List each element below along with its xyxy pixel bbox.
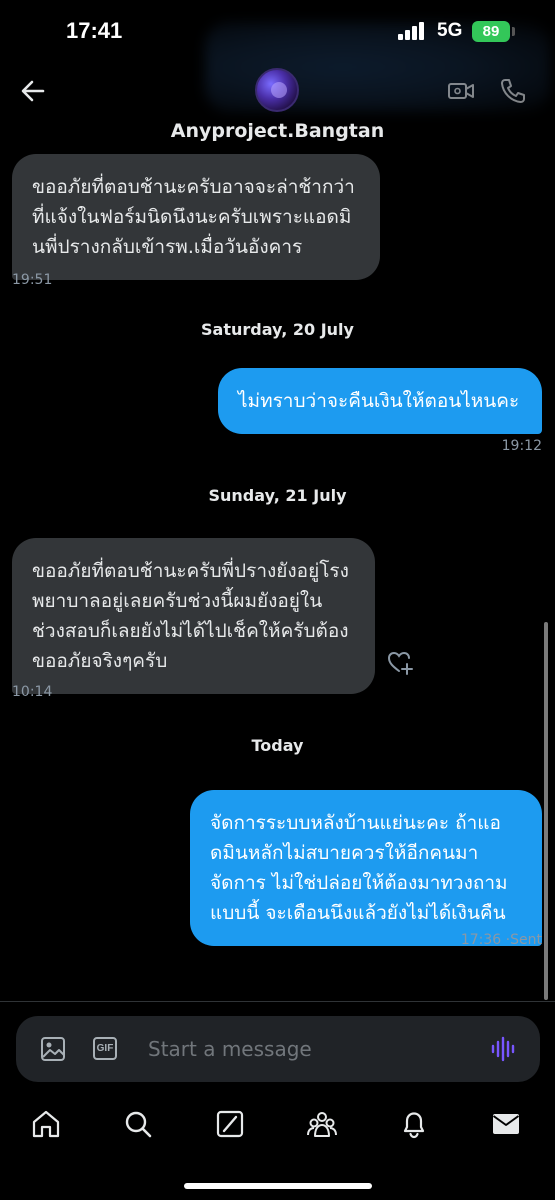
bottom-navigation	[0, 1100, 555, 1150]
contact-avatar[interactable]	[255, 68, 299, 112]
back-button[interactable]	[16, 74, 50, 108]
message-bubble-incoming[interactable]: ขออภัยที่ตอบช้านะครับพี่ปรางยังอยู่โรงพย…	[12, 538, 375, 694]
nav-communities[interactable]	[306, 1108, 338, 1140]
nav-home[interactable]	[30, 1108, 62, 1140]
add-reaction-button[interactable]	[386, 648, 414, 676]
message-input[interactable]	[148, 1034, 468, 1064]
notifications-icon	[403, 1112, 425, 1139]
phone-icon	[501, 79, 525, 103]
divider	[0, 1001, 555, 1002]
date-separator: Sunday, 21 July	[208, 486, 347, 505]
messages-icon	[492, 1114, 520, 1134]
add-image-button[interactable]	[40, 1036, 66, 1062]
message-status: Sent	[510, 932, 542, 948]
status-bar: 17:41 5G 89	[0, 0, 555, 112]
nav-notifications[interactable]	[398, 1108, 430, 1140]
home-icon	[32, 1110, 60, 1138]
message-timestamp: 17:36	[460, 932, 502, 948]
heart-plus-icon	[387, 651, 413, 675]
network-type: 5G	[437, 20, 463, 41]
search-icon	[125, 1111, 152, 1138]
date-separator: Today	[251, 736, 304, 755]
video-call-icon	[448, 83, 474, 99]
gif-button[interactable]: GIF	[93, 1037, 117, 1060]
date-separator: Saturday, 20 July	[201, 320, 354, 339]
phone-call-button[interactable]	[498, 76, 528, 106]
scrollbar[interactable]	[544, 622, 548, 1000]
nav-search[interactable]	[122, 1108, 154, 1140]
grok-icon	[216, 1110, 244, 1138]
message-thread[interactable]: ขออภัยที่ตอบช้านะครับอาจจะล่าช้ากว่าที่แ…	[0, 150, 555, 1000]
message-bubble-incoming[interactable]: ขออภัยที่ตอบช้านะครับอาจจะล่าช้ากว่าที่แ…	[12, 154, 380, 280]
status-time: 17:41	[66, 18, 123, 43]
battery-level: 89	[472, 21, 510, 42]
message-timestamp: 10:14	[12, 684, 53, 700]
voice-message-button[interactable]	[490, 1036, 516, 1062]
video-call-button[interactable]	[446, 76, 476, 106]
conversation-header: Anyproject.Bangtan	[0, 66, 555, 150]
message-bubble-outgoing[interactable]: ไม่ทราบว่าจะคืนเงินให้ตอนไหนคะ	[218, 368, 542, 434]
battery-tip	[512, 27, 515, 36]
nav-messages[interactable]	[490, 1108, 522, 1140]
message-timestamp: 19:12	[501, 438, 542, 454]
back-arrow-icon	[21, 80, 45, 102]
message-bubble-outgoing[interactable]: จัดการระบบหลังบ้านแย่นะคะ ถ้าแอดมินหลักไ…	[190, 790, 542, 946]
contact-name[interactable]: Anyproject.Bangtan	[0, 120, 555, 142]
communities-icon	[307, 1112, 337, 1137]
nav-grok[interactable]	[214, 1108, 246, 1140]
cellular-signal-icon	[398, 22, 426, 40]
home-indicator	[184, 1183, 372, 1189]
message-timestamp-status: 17:36 ·Sent	[460, 932, 542, 948]
message-composer: GIF	[16, 1016, 540, 1082]
message-timestamp: 19:51	[12, 272, 53, 288]
voice-waveform-icon	[491, 1036, 515, 1062]
image-icon	[41, 1037, 65, 1061]
